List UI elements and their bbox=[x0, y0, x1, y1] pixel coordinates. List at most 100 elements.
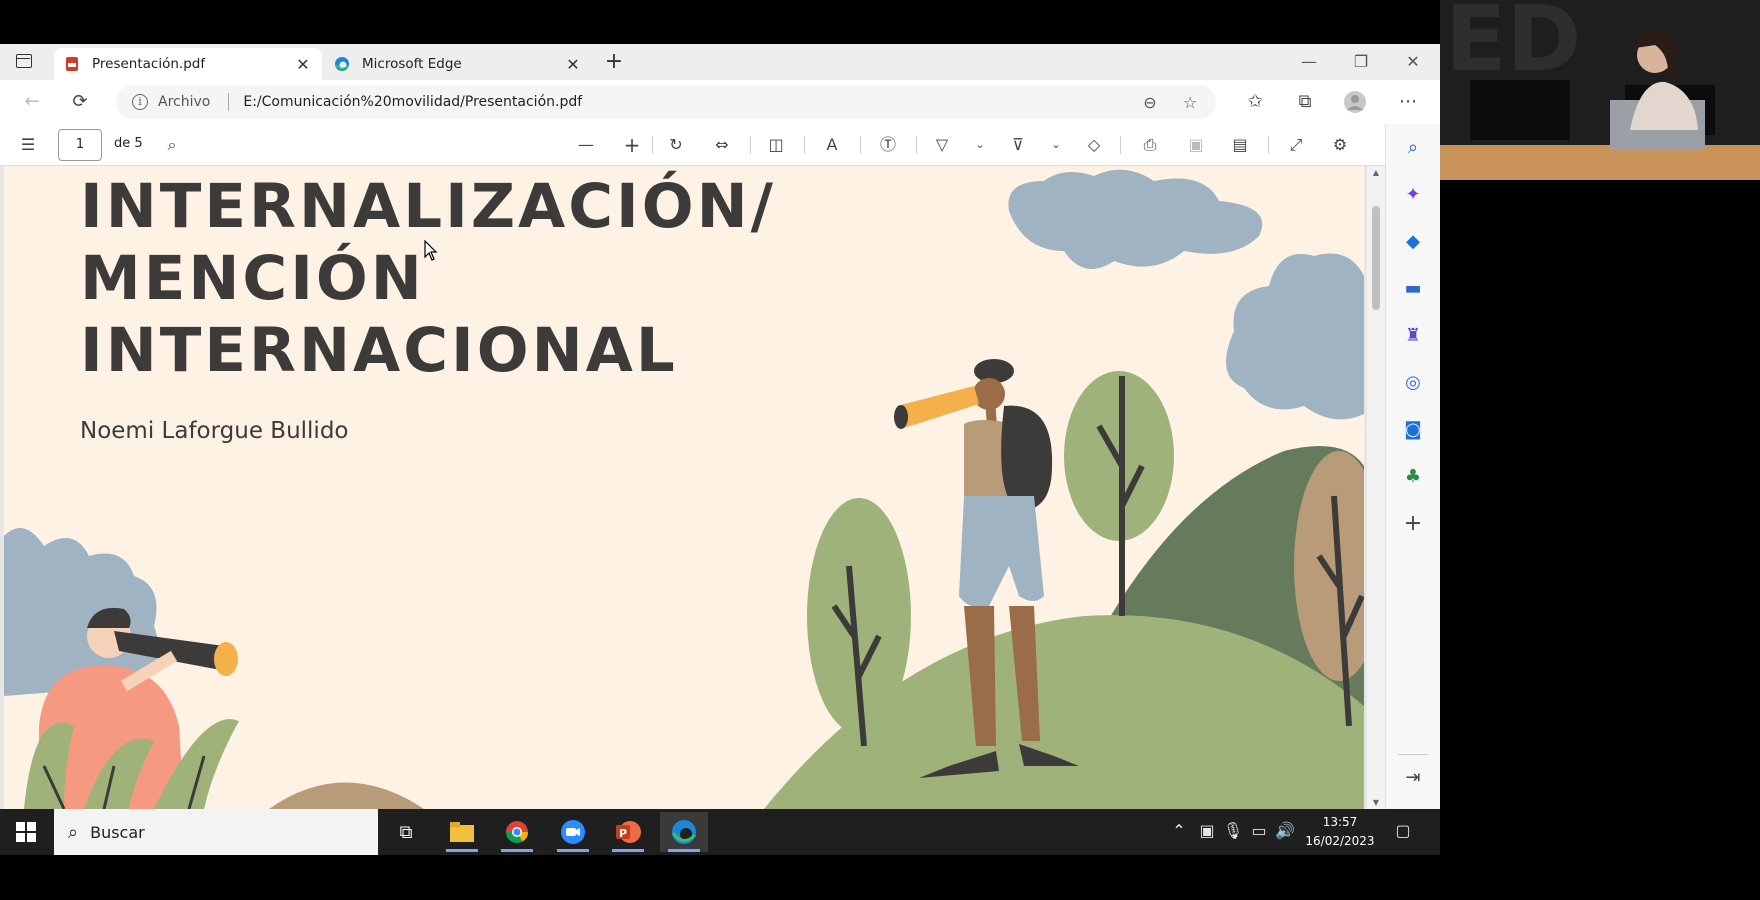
tab-title: Presentación.pdf bbox=[92, 56, 206, 72]
clock-date: 16/02/2023 bbox=[1305, 834, 1375, 848]
eraser-icon[interactable]: ◇ bbox=[1082, 134, 1106, 156]
file-explorer-icon[interactable] bbox=[438, 812, 486, 852]
speaker-video-feed: ED bbox=[1440, 0, 1760, 180]
draw-icon[interactable]: ▽ bbox=[930, 134, 954, 156]
title-line-2: MENCIÓN bbox=[80, 243, 425, 314]
windows-taskbar: ⌕ Buscar ⧉ P ⌃ ▣ 🎙 ▭ 🔊 13:57 16/02/2023 … bbox=[0, 809, 1440, 855]
shopping-tag-icon[interactable]: ◆ bbox=[1401, 230, 1425, 254]
tree-icon[interactable]: ♣ bbox=[1401, 465, 1425, 489]
taskbar-search-box[interactable]: ⌕ Buscar bbox=[54, 809, 378, 855]
site-label: Archivo bbox=[158, 94, 211, 110]
search-icon[interactable]: ⌕ bbox=[160, 134, 184, 156]
add-favorite-icon[interactable]: ☆ bbox=[1176, 93, 1204, 112]
zoom-in-icon[interactable]: + bbox=[620, 134, 644, 156]
screen: Presentación.pdf ✕ Microsoft Edge ✕ + — … bbox=[0, 0, 1760, 900]
system-clock[interactable]: 13:57 16/02/2023 bbox=[1300, 813, 1380, 851]
edge-sidebar: ⌕ ✦ ◆ ▬ ♜ ◎ ◙ ♣ + ⇥ ⚙ bbox=[1385, 124, 1440, 836]
mouse-cursor-icon bbox=[424, 240, 438, 261]
page-number-input[interactable]: 1 bbox=[58, 129, 102, 161]
divider bbox=[750, 136, 751, 154]
url-text[interactable]: E:/Comunicación%20movilidad/Presentación… bbox=[243, 94, 1136, 110]
close-icon[interactable]: ✕ bbox=[294, 55, 312, 74]
table-of-contents-icon[interactable]: ☰ bbox=[16, 134, 40, 156]
profile-avatar-icon[interactable] bbox=[1343, 90, 1367, 114]
refresh-icon[interactable]: ⟳ bbox=[68, 90, 92, 114]
save-icon[interactable]: ▣ bbox=[1184, 134, 1208, 156]
notifications-icon[interactable]: ▢ bbox=[1392, 821, 1414, 840]
tab-presentacion-pdf[interactable]: Presentación.pdf ✕ bbox=[54, 48, 322, 80]
running-indicator bbox=[612, 849, 644, 852]
page-total: de 5 bbox=[114, 136, 143, 151]
read-aloud-icon[interactable]: A bbox=[820, 134, 844, 156]
address-bar[interactable]: i Archivo E:/Comunicación%20movilidad/Pr… bbox=[116, 85, 1216, 119]
favorites-icon[interactable]: ✩ bbox=[1243, 90, 1267, 114]
page-view-icon[interactable]: ◫ bbox=[764, 134, 788, 156]
divider bbox=[860, 136, 861, 154]
tab-title: Microsoft Edge bbox=[362, 56, 462, 72]
chevron-down-icon[interactable]: ⌄ bbox=[968, 134, 992, 156]
divider bbox=[916, 136, 917, 154]
chrome-icon[interactable] bbox=[493, 812, 541, 852]
meet-now-icon[interactable]: ▣ bbox=[1196, 821, 1218, 840]
zoom-out-icon[interactable]: — bbox=[574, 134, 598, 156]
network-icon[interactable]: ▭ bbox=[1248, 821, 1270, 840]
hide-sidebar-icon[interactable]: ⇥ bbox=[1401, 766, 1425, 790]
highlight-icon[interactable]: ⊽ bbox=[1006, 134, 1030, 156]
minimize-button[interactable]: — bbox=[1286, 50, 1332, 74]
browser-window: Presentación.pdf ✕ Microsoft Edge ✕ + — … bbox=[0, 44, 1440, 836]
zoom-app-icon[interactable] bbox=[549, 812, 597, 852]
divider bbox=[652, 136, 653, 154]
chevron-up-icon[interactable]: ⌃ bbox=[1168, 821, 1190, 840]
scroll-up-icon[interactable]: ▲ bbox=[1371, 168, 1381, 177]
windows-start-icon[interactable] bbox=[16, 822, 36, 842]
divider bbox=[804, 136, 805, 154]
search-label: Buscar bbox=[90, 822, 145, 842]
fit-width-icon[interactable]: ⇔ bbox=[710, 134, 734, 156]
rotate-icon[interactable]: ↻ bbox=[664, 134, 688, 156]
add-icon[interactable]: + bbox=[1401, 512, 1425, 536]
more-options-icon[interactable]: ⋯ bbox=[1396, 90, 1420, 114]
tab-actions-icon[interactable] bbox=[16, 54, 32, 68]
chevron-down-icon[interactable]: ⌄ bbox=[1044, 134, 1068, 156]
office-icon[interactable]: ◎ bbox=[1401, 371, 1425, 395]
fullscreen-icon[interactable]: ⤢ bbox=[1284, 134, 1308, 156]
divider bbox=[1120, 136, 1121, 154]
title-line-1: INTERNALIZACIÓN/ bbox=[80, 171, 776, 242]
new-tab-button[interactable]: + bbox=[600, 48, 628, 76]
print-icon[interactable]: ⎙ bbox=[1138, 134, 1162, 156]
gear-icon[interactable]: ⚙ bbox=[1328, 134, 1352, 156]
divider bbox=[1398, 754, 1428, 755]
pdf-viewer[interactable]: INTERNALIZACIÓN/ MENCIÓN INTERNACIONAL N… bbox=[0, 166, 1385, 809]
author-name: Noemi Laforgue Bullido bbox=[80, 418, 349, 444]
tab-strip: Presentación.pdf ✕ Microsoft Edge ✕ + — … bbox=[0, 44, 1440, 80]
edge-taskbar-icon[interactable] bbox=[660, 812, 708, 852]
save-as-icon[interactable]: ▤ bbox=[1228, 134, 1252, 156]
outlook-icon[interactable]: ◙ bbox=[1401, 418, 1425, 442]
search-icon[interactable]: ⌕ bbox=[1401, 136, 1425, 160]
clock-time: 13:57 bbox=[1322, 815, 1358, 829]
powerpoint-icon[interactable]: P bbox=[604, 812, 652, 852]
tab-microsoft-edge[interactable]: Microsoft Edge ✕ bbox=[324, 48, 592, 80]
copilot-icon[interactable]: ✦ bbox=[1401, 183, 1425, 207]
svg-text:P: P bbox=[619, 827, 627, 840]
task-view-icon[interactable]: ⧉ bbox=[382, 812, 430, 852]
zoom-out-icon[interactable]: ⊖ bbox=[1136, 93, 1164, 112]
text-box-icon[interactable]: Ⓣ bbox=[876, 134, 900, 156]
pdf-toolbar: ☰ 1 de 5 ⌕ — + ↻ ⇔ ◫ A Ⓣ ▽ ⌄ ⊽ ⌄ ◇ ⎙ ▣ ▤ bbox=[0, 124, 1385, 166]
scrollbar-thumb[interactable] bbox=[1372, 206, 1380, 310]
running-indicator bbox=[501, 849, 533, 852]
close-window-button[interactable]: ✕ bbox=[1390, 50, 1436, 74]
tools-icon[interactable]: ▬ bbox=[1401, 277, 1425, 301]
info-icon[interactable]: i bbox=[132, 94, 148, 110]
scroll-down-icon[interactable]: ▼ bbox=[1371, 798, 1381, 807]
close-icon[interactable]: ✕ bbox=[564, 55, 582, 74]
vertical-scrollbar[interactable]: ▲ ▼ bbox=[1367, 166, 1385, 809]
restore-button[interactable]: ❐ bbox=[1338, 50, 1384, 74]
browser-toolbar: ← ⟳ i Archivo E:/Comunicación%20movilida… bbox=[0, 80, 1440, 124]
back-arrow-icon[interactable]: ← bbox=[20, 90, 44, 114]
divider bbox=[228, 93, 230, 111]
volume-icon[interactable]: 🔊 bbox=[1274, 821, 1296, 840]
games-icon[interactable]: ♜ bbox=[1401, 324, 1425, 348]
collections-icon[interactable]: ⧉ bbox=[1293, 90, 1317, 114]
microphone-icon[interactable]: 🎙 bbox=[1222, 821, 1244, 840]
